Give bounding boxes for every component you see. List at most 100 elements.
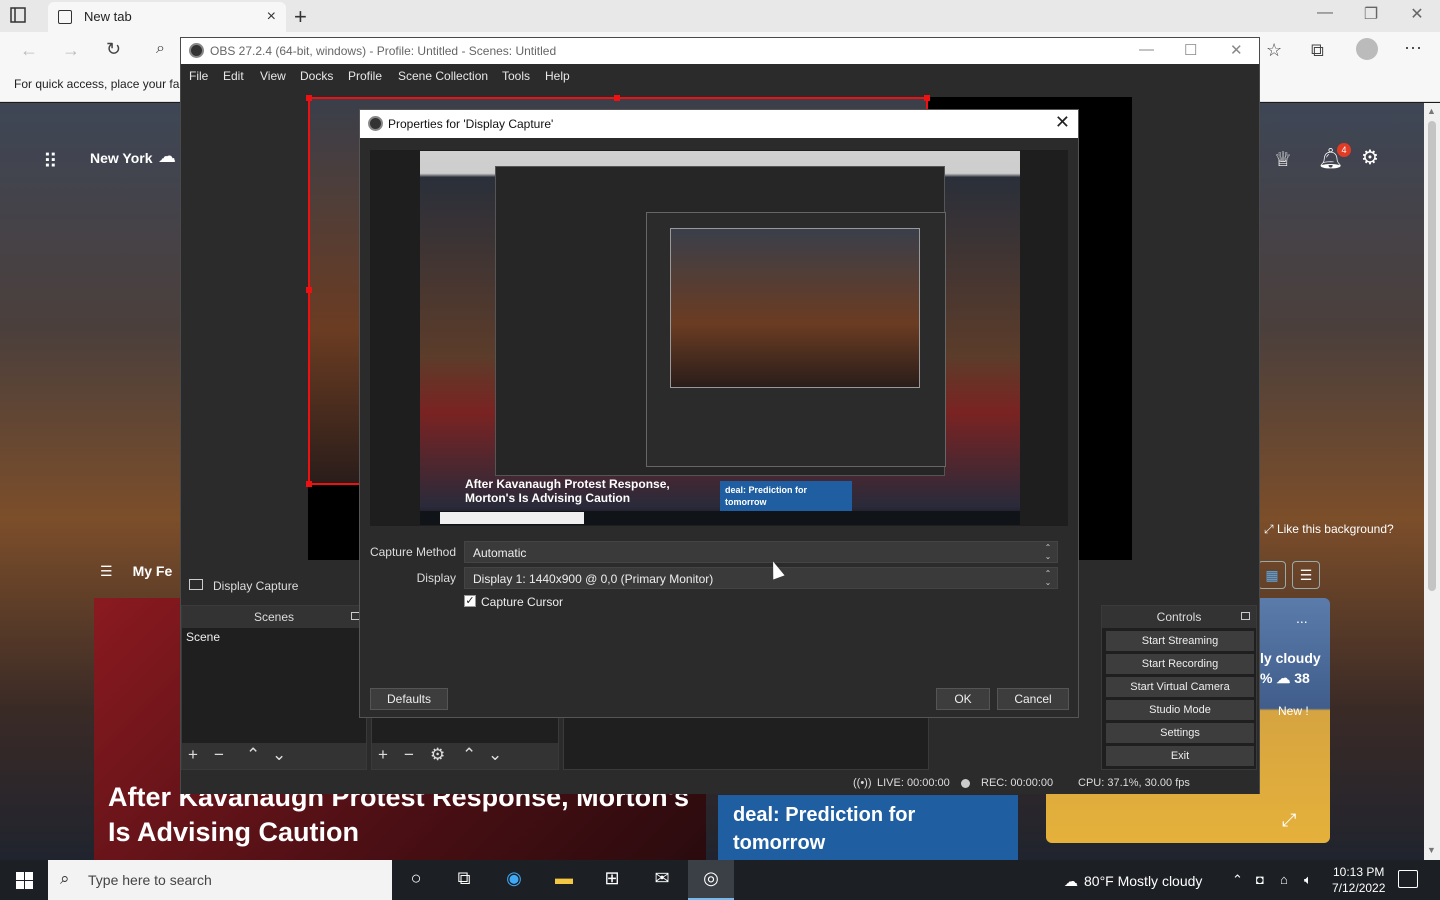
obs-taskbar-button[interactable]: ◎ — [688, 860, 734, 900]
menu-help[interactable]: Help — [545, 69, 570, 83]
obs-close-button[interactable]: ✕ — [1230, 41, 1243, 59]
display-select[interactable]: Display 1: 1440x900 @ 0,0 (Primary Monit… — [464, 567, 1058, 589]
display-row: Display Display 1: 1440x900 @ 0,0 (Prima… — [360, 567, 1078, 589]
start-recording-button[interactable]: Start Recording — [1106, 654, 1254, 674]
scrollbar-thumb[interactable] — [1428, 121, 1436, 591]
scenes-dock: Scenes Scene + − ⌃ ⌄ — [181, 605, 367, 770]
browser-minimize-button[interactable]: — — [1302, 4, 1348, 22]
rewards-icon[interactable]: ♕ — [1274, 147, 1292, 172]
tray-chevron-icon[interactable]: ⌃ — [1232, 872, 1243, 888]
volume-icon[interactable]: 🔈︎ — [1304, 872, 1312, 888]
menu-file[interactable]: File — [189, 69, 208, 83]
exit-button[interactable]: Exit — [1106, 746, 1254, 766]
task-view-icon[interactable]: ⧉ — [451, 868, 477, 892]
expand-icon[interactable]: ⤢ — [1282, 810, 1296, 831]
browser-tab-new-tab[interactable]: New tab × — [48, 2, 286, 32]
mail-icon[interactable]: ✉ — [649, 868, 675, 892]
list-view-icon[interactable]: ☰ — [1292, 561, 1320, 589]
weather-new-label: New ! — [1278, 704, 1309, 718]
forward-icon[interactable]: → — [62, 40, 80, 61]
search-icon[interactable]: ⌕ — [156, 40, 165, 58]
tab-actions-icon[interactable] — [10, 7, 38, 25]
ok-button[interactable]: OK — [936, 688, 990, 710]
source-properties-icon[interactable]: ⚙ — [430, 745, 445, 765]
capture-cursor-checkbox[interactable]: ✓ — [464, 595, 476, 607]
settings-button[interactable]: Settings — [1106, 723, 1254, 743]
scroll-up-icon[interactable]: ▲ — [1427, 106, 1436, 116]
menu-edit[interactable]: Edit — [223, 69, 244, 83]
add-source-icon[interactable]: + — [378, 745, 388, 765]
menu-tools[interactable]: Tools — [502, 69, 530, 83]
resize-handle[interactable] — [306, 287, 312, 293]
remove-scene-icon[interactable]: − — [214, 745, 224, 765]
cortana-icon[interactable]: ○ — [403, 868, 429, 892]
resize-handle[interactable] — [306, 95, 312, 101]
scene-list-item[interactable]: Scene — [186, 630, 220, 644]
defaults-button[interactable]: Defaults — [370, 688, 448, 710]
nested-deal-text: deal: Prediction for tomorrow — [725, 485, 808, 507]
meet-now-icon[interactable]: ◘ — [1256, 872, 1264, 887]
scroll-down-icon[interactable]: ▼ — [1427, 845, 1436, 855]
profile-avatar[interactable] — [1356, 38, 1378, 60]
start-streaming-button[interactable]: Start Streaming — [1106, 631, 1254, 651]
tab-close-icon[interactable]: × — [267, 8, 276, 26]
source-down-icon[interactable]: ⌄ — [488, 745, 502, 765]
studio-mode-button[interactable]: Studio Mode — [1106, 700, 1254, 720]
apps-grid-icon[interactable]: ⠿ — [43, 149, 58, 174]
menu-icon[interactable]: ☰ — [100, 563, 113, 579]
favorites-icon[interactable]: ☆ — [1266, 40, 1282, 61]
weather-city[interactable]: New York — [90, 150, 153, 166]
more-icon[interactable]: ⋯ — [1404, 38, 1422, 59]
like-background-link[interactable]: ⤢ Like this background? — [1264, 522, 1394, 537]
capture-cursor-label[interactable]: Capture Cursor — [481, 595, 563, 609]
browser-close-button[interactable]: ✕ — [1394, 4, 1440, 24]
obs-logo-icon — [368, 116, 383, 131]
cancel-button[interactable]: Cancel — [997, 688, 1069, 710]
remove-source-icon[interactable]: − — [404, 745, 414, 765]
obs-minimize-button[interactable]: — — [1139, 41, 1154, 58]
start-windows-icon[interactable] — [16, 872, 33, 889]
settings-gear-icon[interactable]: ⚙ — [1361, 145, 1379, 170]
weather-more-icon[interactable]: ... — [1296, 610, 1308, 626]
weather-cloud-icon: ☁ — [1064, 873, 1078, 889]
grid-view-icon[interactable]: ▦ — [1258, 561, 1286, 589]
deal-card[interactable]: deal: Prediction for tomorrow — [718, 795, 1018, 860]
taskbar-clock[interactable]: 10:13 PM 7/12/2022 — [1332, 864, 1385, 896]
file-explorer-icon[interactable]: ▬ — [551, 868, 577, 892]
source-up-icon[interactable]: ⌃ — [462, 745, 476, 765]
menu-profile[interactable]: Profile — [348, 69, 382, 83]
refresh-icon[interactable]: ↻ — [106, 39, 121, 60]
capture-method-select[interactable]: Automatic ⌃ ⌄ — [464, 541, 1058, 563]
add-scene-icon[interactable]: + — [188, 745, 198, 765]
collections-icon[interactable]: ⧉ — [1311, 40, 1324, 61]
capture-cursor-row: ✓ Capture Cursor — [360, 595, 1078, 617]
menu-docks[interactable]: Docks — [300, 69, 333, 83]
new-tab-button[interactable]: + — [294, 4, 307, 30]
menu-view[interactable]: View — [260, 69, 286, 83]
nested-inner-capture — [670, 228, 920, 388]
move-up-icon[interactable]: ⌃ — [246, 745, 260, 765]
start-virtual-camera-button[interactable]: Start Virtual Camera — [1106, 677, 1254, 697]
deal-headline: deal: Prediction for tomorrow — [733, 804, 916, 854]
back-icon[interactable]: ← — [20, 40, 38, 61]
properties-dialog: Properties for 'Display Capture' ✕ After… — [359, 109, 1079, 718]
dialog-close-icon[interactable]: ✕ — [1055, 112, 1070, 133]
obs-maximize-button[interactable]: ☐ — [1184, 41, 1197, 59]
page-scrollbar[interactable]: ▲ ▼ — [1424, 103, 1440, 860]
browser-restore-button[interactable]: ❐ — [1348, 4, 1394, 24]
resize-handle[interactable] — [614, 95, 620, 101]
store-icon[interactable]: ⊞ — [599, 868, 625, 892]
resize-handle[interactable] — [924, 95, 930, 101]
edge-browser-icon[interactable]: ◉ — [501, 868, 527, 892]
resize-handle[interactable] — [306, 481, 312, 487]
move-down-icon[interactable]: ⌄ — [272, 745, 286, 765]
selected-source-label: Display Capture — [213, 579, 299, 593]
rec-dot-icon — [961, 779, 970, 788]
taskbar-search-box[interactable]: ⌕ Type here to search — [48, 860, 392, 900]
my-feed-tab[interactable]: ☰ My Fe — [100, 563, 172, 580]
network-icon[interactable]: ⌂ — [1280, 872, 1288, 887]
action-center-icon[interactable] — [1398, 870, 1418, 888]
taskbar-weather[interactable]: ☁ 80°F Mostly cloudy — [1064, 873, 1202, 890]
undock-icon[interactable] — [1241, 612, 1250, 620]
menu-scene-collection[interactable]: Scene Collection — [398, 69, 488, 83]
